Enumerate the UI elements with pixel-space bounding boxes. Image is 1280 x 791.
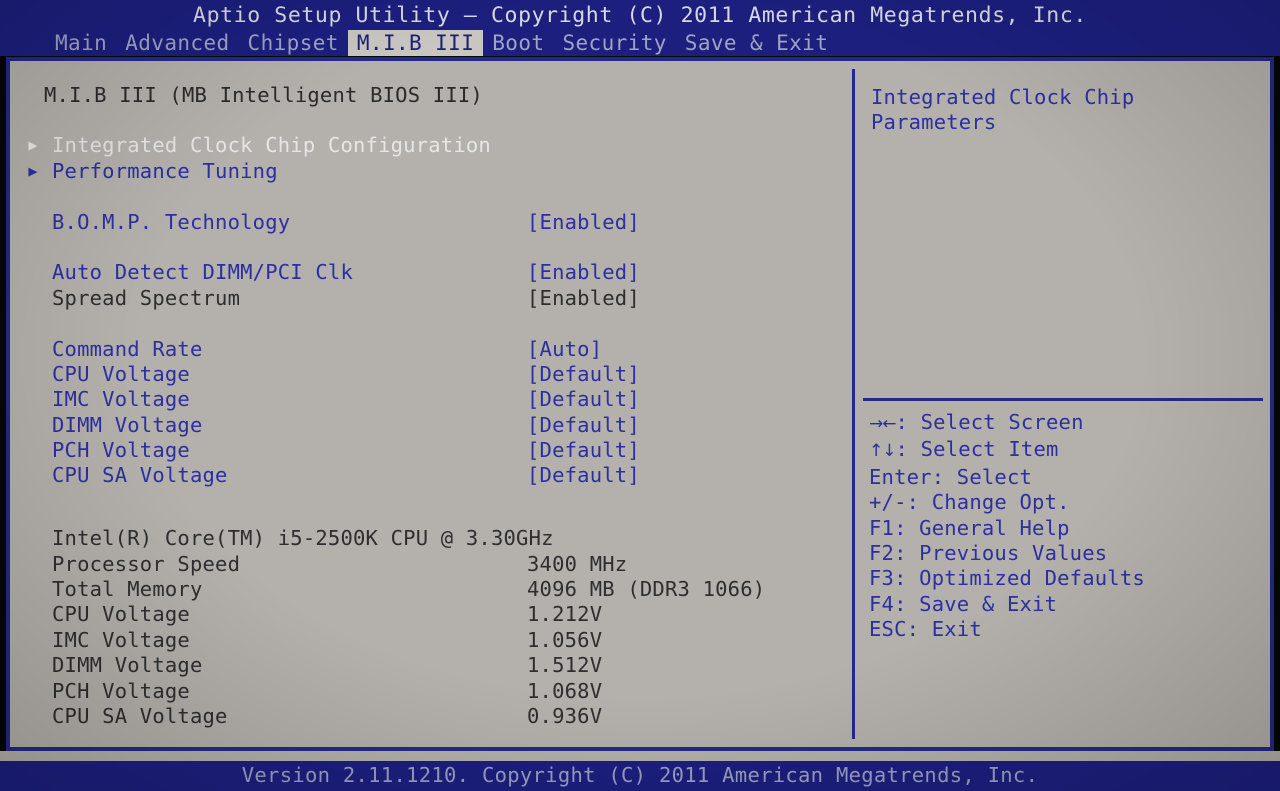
setting-row-spread-spectrum: Spread Spectrum [Enabled] — [44, 286, 852, 311]
info-value: 3400 MHz — [527, 551, 628, 576]
setting-value[interactable]: [Default] — [527, 413, 640, 438]
tab-boot[interactable]: Boot — [483, 30, 553, 56]
key-legend-select-screen: →←: Select Screen — [869, 410, 1145, 437]
setting-label: IMC Voltage — [52, 387, 190, 412]
info-row-imc-voltage: IMC Voltage 1.056V — [44, 628, 852, 653]
help-pane: Integrated Clock Chip Parameters →←: Sel… — [855, 61, 1270, 747]
key-legend-optimized-defaults: F3: Optimized Defaults — [869, 566, 1145, 591]
tab-main[interactable]: Main — [46, 30, 116, 56]
setting-value: [Enabled] — [527, 285, 640, 310]
info-row-dimm-voltage: DIMM Voltage 1.512V — [44, 653, 852, 678]
help-separator — [863, 398, 1263, 401]
setting-row-bomp-technology[interactable]: B.O.M.P. Technology [Enabled] — [44, 210, 852, 235]
setting-row-cpu-sa-voltage[interactable]: CPU SA Voltage [Default] — [44, 463, 852, 488]
info-label: CPU Voltage — [52, 602, 190, 627]
key-legend-text: : Select Screen — [895, 410, 1084, 434]
title-bar: Aptio Setup Utility – Copyright (C) 2011… — [0, 0, 1280, 56]
page-title: M.I.B III (MB Intelligent BIOS III) — [44, 83, 483, 107]
submenu-integrated-clock-chip-configuration[interactable]: ▶ Integrated Clock Chip Configuration — [28, 133, 852, 158]
setting-row-imc-voltage[interactable]: IMC Voltage [Default] — [44, 387, 852, 412]
setting-value[interactable]: [Default] — [527, 463, 640, 488]
setting-label: Auto Detect DIMM/PCI Clk — [52, 260, 354, 285]
triangle-right-icon: ▶ — [28, 161, 38, 180]
setting-row-auto-detect-dimm-pci-clk[interactable]: Auto Detect DIMM/PCI Clk [Enabled] — [44, 260, 852, 285]
setting-label: Spread Spectrum — [52, 285, 241, 310]
bios-setup-screen: Aptio Setup Utility – Copyright (C) 2011… — [0, 0, 1280, 791]
help-description-line-2: Parameters — [871, 110, 997, 135]
setting-value[interactable]: [Default] — [527, 438, 640, 463]
info-label: Processor Speed — [52, 551, 241, 576]
app-title: Aptio Setup Utility – Copyright (C) 2011… — [193, 3, 1087, 28]
info-label: IMC Voltage — [52, 627, 190, 652]
info-cpu-name: Intel(R) Core(TM) i5-2500K CPU @ 3.30GHz — [52, 526, 554, 551]
key-legend-save-exit: F4: Save & Exit — [869, 591, 1058, 616]
setting-label: PCH Voltage — [52, 438, 190, 463]
setting-row-pch-voltage[interactable]: PCH Voltage [Default] — [44, 438, 852, 463]
info-row-cpu-voltage: CPU Voltage 1.212V — [44, 602, 852, 627]
info-row-cpu-sa-voltage: CPU SA Voltage 0.936V — [44, 704, 852, 729]
info-value: 4096 MB (DDR3 1066) — [527, 577, 766, 602]
setting-row-command-rate[interactable]: Command Rate [Auto] — [44, 337, 852, 362]
key-legend-enter-select: Enter: Select — [869, 464, 1033, 489]
setting-label: B.O.M.P. Technology — [52, 209, 291, 234]
tab-save-exit[interactable]: Save & Exit — [676, 30, 837, 56]
setting-label: CPU Voltage — [52, 361, 190, 386]
triangle-right-icon: ▶ — [28, 136, 38, 155]
info-row-pch-voltage: PCH Voltage 1.068V — [44, 679, 852, 704]
info-value: 1.512V — [527, 653, 603, 678]
arrow-up-down-icon: ↑↓ — [869, 441, 896, 462]
setting-row-dimm-voltage[interactable]: DIMM Voltage [Default] — [44, 413, 852, 438]
setting-label: CPU SA Voltage — [52, 463, 228, 488]
key-legend-text: : Select Item — [895, 437, 1059, 462]
footer-gap — [0, 751, 1280, 761]
setting-label: DIMM Voltage — [52, 412, 203, 437]
info-row-cpu-name: Intel(R) Core(TM) i5-2500K CPU @ 3.30GHz — [44, 526, 852, 551]
tab-advanced[interactable]: Advanced — [116, 30, 238, 56]
tab-chipset[interactable]: Chipset — [239, 30, 348, 56]
content-frame: M.I.B III (MB Intelligent BIOS III) ▶ In… — [6, 57, 1274, 751]
key-legend-previous-values: F2: Previous Values — [869, 541, 1108, 566]
info-value: 1.212V — [527, 602, 603, 627]
info-label: CPU SA Voltage — [52, 703, 228, 728]
info-value: 0.936V — [527, 703, 603, 728]
tab-security[interactable]: Security — [553, 30, 675, 56]
setting-value[interactable]: [Auto] — [527, 337, 602, 362]
info-label: DIMM Voltage — [52, 653, 203, 678]
footer-bar: Version 2.11.1210. Copyright (C) 2011 Am… — [0, 761, 1280, 791]
submenu-performance-tuning[interactable]: ▶ Performance Tuning — [28, 158, 852, 184]
menu-bar[interactable]: Main Advanced Chipset M.I.B III Boot Sec… — [0, 30, 1280, 56]
info-row-total-memory: Total Memory 4096 MB (DDR3 1066) — [44, 577, 852, 602]
info-value: 1.068V — [527, 678, 603, 703]
tab-mib-iii[interactable]: M.I.B III — [347, 30, 484, 56]
key-legend: →←: Select Screen ↑↓: Select Item Enter:… — [869, 410, 1145, 643]
info-row-processor-speed: Processor Speed 3400 MHz — [44, 552, 852, 577]
key-legend-general-help: F1: General Help — [869, 515, 1070, 540]
key-legend-change-opt: +/-: Change Opt. — [869, 490, 1070, 515]
key-legend-select-item: ↑↓: Select Item — [869, 437, 1145, 464]
setting-value[interactable]: [Enabled] — [527, 210, 640, 235]
setting-value[interactable]: [Default] — [527, 362, 640, 387]
submenu-label: Integrated Clock Chip Configuration — [52, 133, 491, 158]
setting-value[interactable]: [Enabled] — [527, 260, 640, 285]
submenu-label: Performance Tuning — [52, 158, 278, 183]
info-label: Total Memory — [52, 577, 203, 602]
help-description-line-1: Integrated Clock Chip — [871, 85, 1135, 109]
setting-value[interactable]: [Default] — [527, 387, 640, 412]
settings-pane: M.I.B III (MB Intelligent BIOS III) ▶ In… — [10, 61, 852, 747]
key-legend-esc-exit: ESC: Exit — [869, 617, 982, 642]
setting-row-cpu-voltage[interactable]: CPU Voltage [Default] — [44, 362, 852, 387]
arrow-left-right-icon: →← — [869, 414, 896, 434]
info-label: PCH Voltage — [52, 678, 190, 703]
bios-version-text: Version 2.11.1210. Copyright (C) 2011 Am… — [241, 763, 1039, 787]
info-value: 1.056V — [527, 627, 603, 652]
setting-label: Command Rate — [52, 336, 203, 361]
